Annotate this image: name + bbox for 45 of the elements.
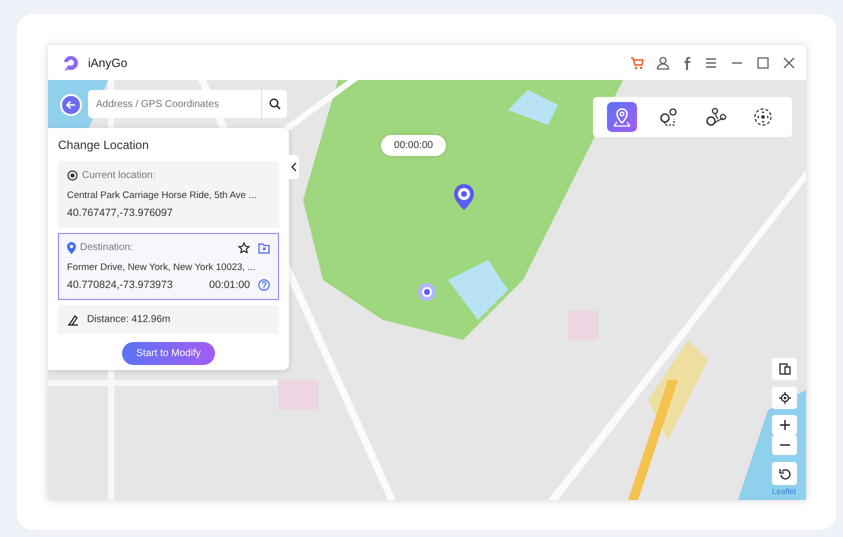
cart-icon[interactable] [630,56,644,70]
joystick-icon [752,106,774,128]
menu-icon[interactable] [704,56,718,70]
search-button[interactable] [261,90,287,118]
ruler-icon [67,314,79,326]
location-label: Destination: [80,241,133,255]
timer-display: 00:00:00 [381,135,446,156]
search-field[interactable]: Address / GPS Coordinates [88,90,261,118]
device-button[interactable] [772,358,797,380]
back-arrow-icon [65,99,77,111]
address-text: Former Drive, New York, New York 10023, ... [67,261,256,275]
pin-icon [67,242,76,254]
help-icon[interactable] [258,279,270,292]
collapse-button[interactable] [289,155,299,179]
chevron-left-icon [291,162,297,172]
reset-button[interactable] [772,462,797,485]
coordinates-text: 40.770824,-73.973973 [67,278,173,294]
attribution-link[interactable]: Leaflet [772,486,796,498]
maximize-icon[interactable] [756,56,770,70]
search-icon[interactable] [268,98,280,110]
close-icon[interactable] [782,56,796,70]
map-pin-icon [454,184,474,210]
rotate-icon [778,468,790,480]
app-title: iAnyGo [88,54,128,72]
panel-title: Change Location [58,137,150,154]
multi-spot-route-icon [704,106,727,128]
start-button[interactable]: Start to Modify [122,342,215,365]
device-icon [778,363,790,375]
locate-icon [778,392,790,404]
folder-icon[interactable] [258,242,270,254]
logo-icon [62,54,80,72]
zoom-in-button[interactable] [772,415,797,435]
location-label: Current location: [82,169,156,183]
locate-button[interactable] [772,387,797,409]
distance-text: Distance: 412.96m [87,313,170,327]
address-text: Central Park Carriage Horse Ride, 5th Ave ... [67,189,258,203]
facebook-icon[interactable] [682,56,692,70]
star-icon[interactable] [238,242,250,254]
single-spot-icon [611,106,634,128]
location-dot-icon [418,282,436,301]
plus-icon [780,420,790,430]
user-icon[interactable] [656,56,670,70]
target-icon [67,170,78,181]
duration-text: 00:01:00 [209,278,250,294]
coordinates-text: 40.767477,-73.976097 [67,206,173,222]
